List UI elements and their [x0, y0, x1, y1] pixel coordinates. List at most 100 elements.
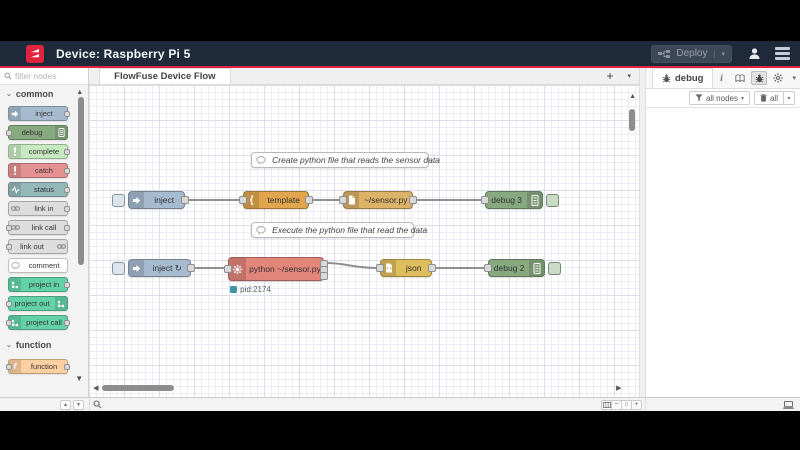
palette-sidebar: ⌄ common inject debug complete: [0, 68, 90, 397]
sidebar-splitter[interactable]: [639, 68, 646, 397]
output-port-3[interactable]: [320, 272, 329, 280]
input-port[interactable]: [481, 196, 490, 204]
output-port[interactable]: [181, 196, 190, 204]
category-label: function: [15, 340, 52, 350]
debug-toggle-button[interactable]: [546, 194, 560, 207]
palette-category-common[interactable]: ⌄ common: [0, 86, 88, 102]
debug-message-list[interactable]: [645, 108, 800, 397]
user-icon[interactable]: [748, 47, 761, 60]
node-debug-3[interactable]: debug 3: [481, 191, 560, 209]
input-port[interactable]: [224, 265, 233, 273]
node-debug-2[interactable]: debug 2: [484, 259, 562, 277]
comment-node[interactable]: Create python file that reads the sensor…: [251, 152, 440, 168]
status-pulse-icon: [9, 183, 21, 196]
input-port[interactable]: [376, 264, 385, 272]
output-port[interactable]: [305, 196, 314, 204]
input-port[interactable]: [239, 196, 248, 204]
palette-node-debug[interactable]: debug: [6, 125, 68, 140]
palette-node-inject[interactable]: inject: [8, 106, 70, 121]
canvas-footer: − ○ +: [90, 398, 645, 411]
palette-node-function[interactable]: f function: [6, 359, 70, 374]
palette-node-label: project out: [14, 299, 50, 308]
info-icon[interactable]: i: [713, 71, 729, 85]
input-port[interactable]: [339, 196, 348, 204]
filter-nodes-button[interactable]: all nodes ▾: [688, 91, 750, 105]
caret-down-icon: ▾: [740, 95, 744, 102]
node-inject-1[interactable]: inject: [112, 191, 190, 209]
palette-node-link-call[interactable]: link call: [6, 220, 70, 235]
sidebar-menu-caret-icon[interactable]: ▾: [792, 74, 796, 82]
add-flow-button[interactable]: +: [607, 70, 614, 82]
palette-node-complete[interactable]: complete: [8, 144, 70, 159]
screen: Device: Raspberry Pi 5 Deploy ▾ ⌄ common: [0, 0, 800, 450]
node-exec-python[interactable]: python ~/sensor.py: [224, 257, 329, 281]
node-file-sensor-py[interactable]: ~/sensor.py: [339, 191, 418, 209]
palette-node-project-call[interactable]: project call: [6, 315, 70, 330]
inject-trigger-button[interactable]: [112, 262, 126, 275]
inject-trigger-button[interactable]: [112, 194, 126, 207]
zoom-in-button[interactable]: +: [631, 399, 642, 410]
canvas-scroll-up-icon[interactable]: ▲: [629, 93, 636, 100]
output-port: [64, 110, 70, 117]
open-debug-window-icon[interactable]: [783, 400, 794, 409]
node-json[interactable]: json: [376, 259, 437, 277]
palette-scroll-up-icon[interactable]: ▲: [76, 89, 83, 96]
help-book-icon[interactable]: [732, 71, 748, 85]
expand-categories-button[interactable]: ▼: [73, 399, 84, 410]
debug-sidebar: debug i ▾ all nodes ▾ all ▾: [645, 68, 800, 397]
palette-node-project-in[interactable]: project in: [8, 277, 70, 292]
palette-node-catch[interactable]: catch: [8, 163, 70, 178]
palette-node-label: project in: [28, 280, 60, 289]
deploy-button[interactable]: Deploy ▾: [651, 44, 732, 63]
page-title: Device: Raspberry Pi 5: [56, 46, 191, 61]
comment-label: Create python file that reads the sensor…: [272, 155, 440, 165]
node-label: debug 3: [491, 195, 523, 205]
palette-node-label: link out: [20, 242, 44, 251]
tab-debug[interactable]: debug: [651, 68, 714, 88]
output-port[interactable]: [409, 196, 418, 204]
palette-node-label: function: [30, 362, 58, 371]
palette-node-link-in[interactable]: link in: [8, 201, 70, 216]
palette-scrollbar-thumb[interactable]: [78, 97, 85, 265]
status-text: pid:2174: [240, 285, 271, 294]
node-template[interactable]: { template: [239, 191, 314, 209]
palette-node-label: catch: [35, 166, 53, 175]
palette-node-project-out[interactable]: project out: [6, 296, 68, 311]
palette-node-comment[interactable]: comment: [8, 258, 68, 273]
collapse-categories-button[interactable]: ▲: [60, 399, 71, 410]
flow-list-caret-icon[interactable]: ▾: [628, 72, 632, 80]
gear-icon[interactable]: [770, 71, 786, 85]
tab-flowfuse-device-flow[interactable]: FlowFuse Device Flow: [99, 68, 231, 84]
comment-node[interactable]: Execute the python file that read the da…: [251, 222, 427, 238]
menu-icon[interactable]: [775, 47, 790, 60]
canvas-hscrollbar-thumb[interactable]: [102, 385, 175, 391]
clear-debug-button[interactable]: all: [753, 91, 784, 105]
palette-category-function[interactable]: ⌄ function: [0, 337, 88, 353]
flow-canvas[interactable]: Create python file that reads the sensor…: [89, 85, 640, 397]
debug-messages-icon[interactable]: [751, 71, 768, 85]
deploy-nodes-icon: [658, 49, 671, 58]
search-flows-icon[interactable]: [93, 400, 102, 409]
canvas-vscrollbar-thumb[interactable]: [629, 109, 636, 131]
palette-search[interactable]: [0, 68, 89, 85]
clear-options-caret-icon[interactable]: ▾: [784, 91, 795, 105]
palette-node-status[interactable]: status: [8, 182, 70, 197]
palette-node-link-out[interactable]: link out: [6, 239, 68, 254]
category-label: common: [15, 89, 54, 99]
node-label: template: [267, 195, 300, 205]
deploy-caret-icon[interactable]: ▾: [714, 49, 725, 58]
debug-filter-row: all nodes ▾ all ▾: [645, 89, 800, 108]
search-input[interactable]: [15, 71, 79, 81]
link-icon: [9, 202, 21, 215]
canvas-scroll-right-icon[interactable]: ▶: [616, 384, 621, 392]
node-inject-2[interactable]: inject ↻: [112, 259, 196, 277]
output-port: [64, 167, 70, 174]
output-port[interactable]: [428, 264, 437, 272]
palette-scroll-down-icon[interactable]: ▼: [75, 374, 83, 383]
input-port[interactable]: [484, 264, 493, 272]
canvas-scroll-left-icon[interactable]: ◀: [93, 384, 98, 392]
debug-toggle-button[interactable]: [548, 262, 562, 275]
palette-node-label: complete: [28, 147, 60, 156]
output-port[interactable]: [187, 264, 196, 272]
comment-bubble-icon: [252, 153, 270, 167]
